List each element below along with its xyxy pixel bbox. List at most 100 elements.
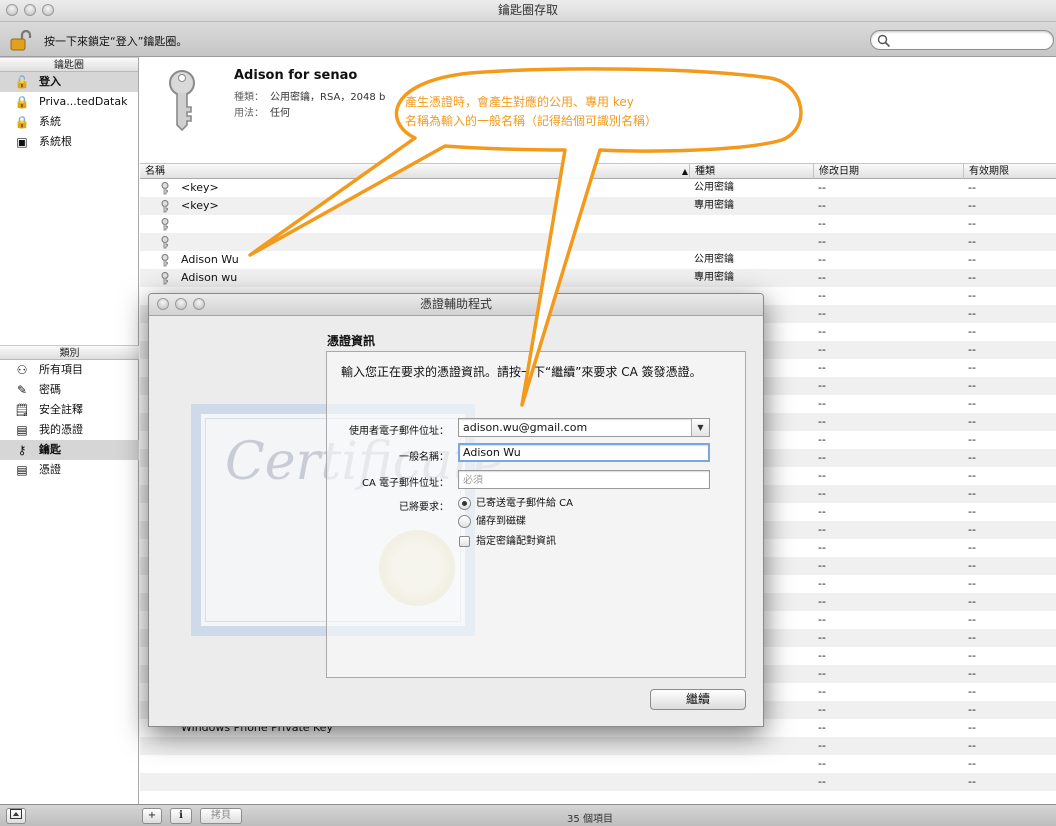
certificate-info-panel: 輸入您正在要求的憑證資訊。請按一下“繼續”來要求 CA 簽發憑證。 使用者電子郵… xyxy=(326,351,746,678)
cell-modified: -- xyxy=(818,397,826,410)
callout-text: 產生憑證時，會產生對應的公用、專用 key 名稱為輸入的一般名稱（記得給個可識別… xyxy=(405,93,785,131)
continue-button[interactable]: 繼續 xyxy=(650,689,746,710)
sidebar-item-label: 憑證 xyxy=(39,463,61,476)
window-controls xyxy=(157,298,205,310)
cell-modified: -- xyxy=(818,307,826,320)
sidebar-item-secure-notes[interactable]: 🗒 安全註釋 xyxy=(0,400,139,420)
dialog-titlebar: 憑證輔助程式 xyxy=(149,294,763,316)
option-label: 已寄送電子郵件給 CA xyxy=(476,498,574,509)
cell-expires: -- xyxy=(968,307,976,320)
lock-icon: 🔒 xyxy=(14,95,30,109)
search-input[interactable] xyxy=(870,30,1054,50)
table-row[interactable]: -- -- xyxy=(140,233,1056,251)
lock-keychain-hint[interactable]: 按一下來鎖定“登入”鑰匙圈。 xyxy=(44,33,187,49)
sidebar-item-system[interactable]: 🔒 系統 xyxy=(0,112,138,132)
minimize-button[interactable] xyxy=(24,4,36,16)
copy-button[interactable]: 拷貝 xyxy=(200,808,242,824)
cell-modified: -- xyxy=(818,415,826,428)
info-button[interactable]: i xyxy=(170,808,192,824)
sidebar-item-label: 登入 xyxy=(39,75,61,88)
folder-icon: ▣ xyxy=(16,135,28,149)
column-header-modified[interactable]: 修改日期 xyxy=(813,164,965,179)
cell-modified: -- xyxy=(818,631,826,644)
checkbox-icon[interactable] xyxy=(459,536,470,547)
zoom-button[interactable] xyxy=(42,4,54,16)
cell-modified: -- xyxy=(818,757,826,770)
sidebar-item-private-data[interactable]: 🔒 Priva...tedDatak xyxy=(0,92,138,112)
cell-modified: -- xyxy=(818,541,826,554)
ca-email-field[interactable]: 必須 xyxy=(458,470,710,489)
cell-expires: -- xyxy=(968,181,976,194)
column-label: 修改日期 xyxy=(819,166,859,177)
table-row[interactable]: <key> 公用密鑰 -- -- xyxy=(140,179,1056,197)
sidebar: 鑰匙圈 🔓 登入 🔒 Priva...tedDatak 🔒 系統 ▣ 系統根 類… xyxy=(0,57,139,804)
open-lock-icon[interactable] xyxy=(10,29,32,51)
cell-expires: -- xyxy=(968,253,976,266)
cell-modified: -- xyxy=(818,739,826,752)
show-sidebar-button[interactable] xyxy=(6,808,26,824)
column-header-expires[interactable]: 有效期限 xyxy=(963,164,1056,179)
option-email-ca[interactable]: 已寄送電子郵件給 CA xyxy=(458,496,573,512)
cell-modified: -- xyxy=(818,289,826,302)
item-count: 35 個項目 xyxy=(567,814,613,825)
sidebar-item-keys[interactable]: ⚷ 鑰匙 xyxy=(0,440,139,460)
cell-modified: -- xyxy=(818,577,826,590)
sidebar-item-all-items[interactable]: ⚇ 所有項目 xyxy=(0,360,139,380)
option-key-pair-info[interactable]: 指定密鑰配對資訊 xyxy=(458,534,556,550)
cell-modified: -- xyxy=(818,523,826,536)
cell-modified: -- xyxy=(818,271,826,284)
cell-expires: -- xyxy=(968,325,976,338)
cell-modified: -- xyxy=(818,379,826,392)
sidebar-item-passwords[interactable]: ✎ 密碼 xyxy=(0,380,139,400)
cell-expires: -- xyxy=(968,199,976,212)
cell-name: <key> xyxy=(181,181,219,194)
table-row[interactable]: -- -- xyxy=(140,737,1056,755)
sidebar-item-label: 鑰匙 xyxy=(39,443,61,456)
kind-value: 公用密鑰，RSA，2048 b xyxy=(270,92,386,103)
column-label: 名稱 xyxy=(145,166,165,177)
table-row[interactable]: -- -- xyxy=(140,215,1056,233)
zoom-button[interactable] xyxy=(193,298,205,310)
table-row[interactable]: -- -- xyxy=(140,755,1056,773)
cell-expires: -- xyxy=(968,415,976,428)
cell-expires: -- xyxy=(968,217,976,230)
sidebar-item-login[interactable]: 🔓 登入 xyxy=(0,72,138,92)
cell-expires: -- xyxy=(968,451,976,464)
option-label: 儲存到磁碟 xyxy=(476,516,526,527)
intro-text: 輸入您正在要求的憑證資訊。請按一下“繼續”來要求 CA 簽發憑證。 xyxy=(341,365,702,379)
minimize-button[interactable] xyxy=(175,298,187,310)
close-button[interactable] xyxy=(6,4,18,16)
column-header-kind[interactable]: 種類 xyxy=(689,164,814,179)
email-combobox[interactable]: adison.wu@gmail.com ▼ xyxy=(458,418,710,437)
add-item-button[interactable]: + xyxy=(142,808,162,824)
cell-expires: -- xyxy=(968,343,976,356)
table-row[interactable]: -- -- xyxy=(140,773,1056,791)
cell-expires: -- xyxy=(968,523,976,536)
radio-icon[interactable] xyxy=(458,515,471,528)
item-kind-line: 種類： 公用密鑰，RSA，2048 b xyxy=(234,88,385,103)
sidebar-item-my-certificates[interactable]: ▤ 我的憑證 xyxy=(0,420,139,440)
cell-modified: -- xyxy=(818,775,826,788)
radio-selected-icon[interactable] xyxy=(458,497,471,510)
key-icon: ⚷ xyxy=(17,443,27,457)
kind-label: 種類： xyxy=(234,92,264,103)
table-row[interactable]: <key> 專用密鑰 -- -- xyxy=(140,197,1056,215)
sidebar-item-system-roots[interactable]: ▣ 系統根 xyxy=(0,132,138,152)
dialog-heading: 憑證資訊 xyxy=(327,334,376,348)
cell-expires: -- xyxy=(968,739,976,752)
sidebar-item-label: 系統 xyxy=(39,115,61,128)
column-label: 種類 xyxy=(695,166,715,177)
callout-line-2: 名稱為輸入的一般名稱（記得給個可識別名稱） xyxy=(405,114,658,128)
column-label: 有效期限 xyxy=(969,166,1009,177)
common-name-field[interactable]: Adison Wu xyxy=(458,443,710,462)
certificate-assistant-dialog: 憑證輔助程式 Certificate 憑證資訊 輸入您正在要求的憑證資訊。請按一… xyxy=(148,293,764,727)
chevron-down-icon[interactable]: ▼ xyxy=(691,419,709,436)
sidebar-item-certificates[interactable]: ▤ 憑證 xyxy=(0,460,139,480)
table-row[interactable]: Adison wu 專用密鑰 -- -- xyxy=(140,269,1056,287)
cell-name: Adison wu xyxy=(181,271,238,284)
cell-modified: -- xyxy=(818,325,826,338)
column-header-name[interactable]: 名稱 ▲ xyxy=(140,164,694,179)
table-row[interactable]: Adison Wu 公用密鑰 -- -- xyxy=(140,251,1056,269)
close-button[interactable] xyxy=(157,298,169,310)
option-save-to-disk[interactable]: 儲存到磁碟 xyxy=(458,514,526,530)
